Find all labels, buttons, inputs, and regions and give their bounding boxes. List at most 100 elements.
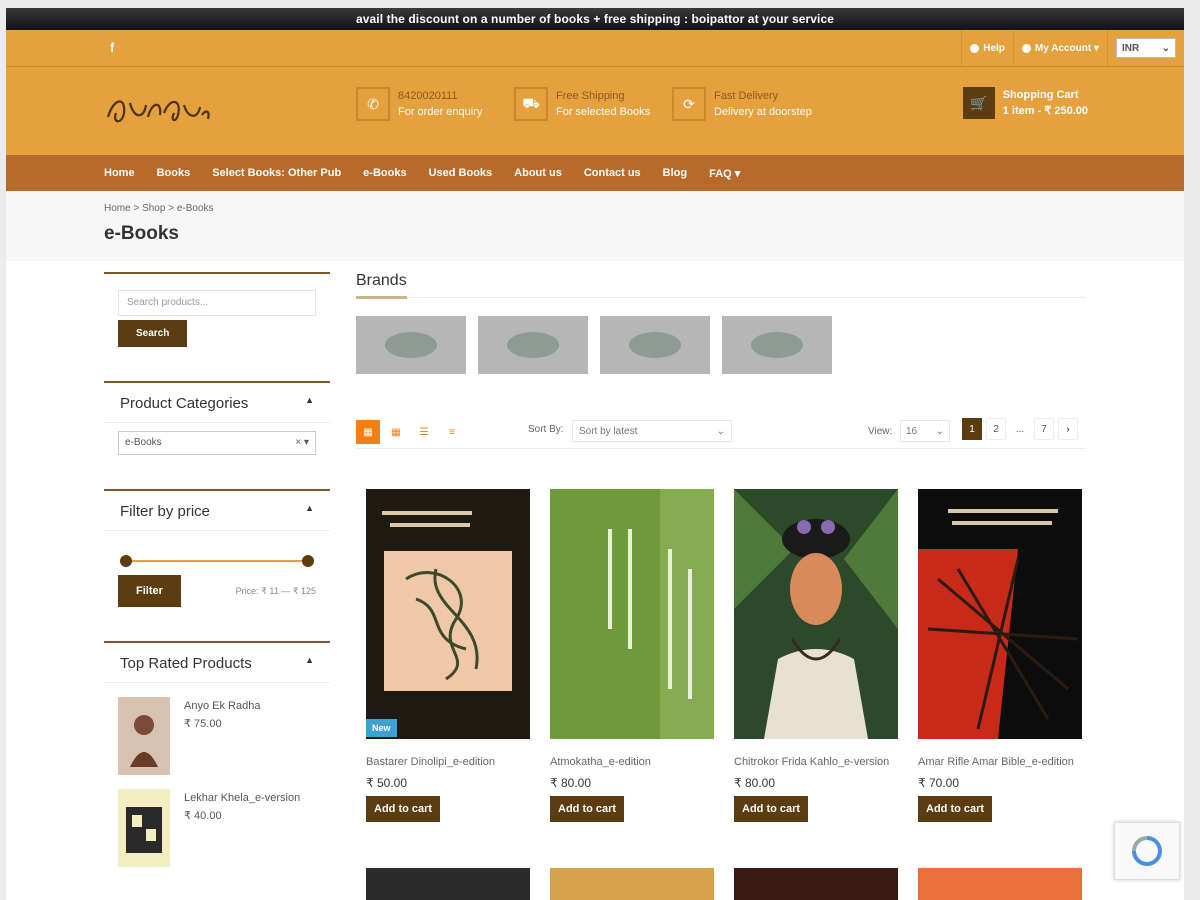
product-cover-image[interactable] <box>550 489 714 739</box>
category-value: e-Books <box>125 437 162 448</box>
nav-select-books[interactable]: Select Books: Other Pub <box>212 167 341 179</box>
add-to-cart-button[interactable]: Add to cart <box>366 796 441 822</box>
brands-row <box>356 316 1086 374</box>
currency-select[interactable]: INR ⌄ <box>1116 38 1176 58</box>
price-range-text: Price: ₹ 11 — ₹ 125 <box>235 585 316 596</box>
product-cover-image[interactable] <box>918 868 1082 900</box>
list-view-icon[interactable]: ☰ <box>412 420 436 444</box>
list-item[interactable]: Anyo Ek Radha ₹ 75.00 <box>118 697 316 775</box>
product-thumbnail[interactable] <box>118 789 170 867</box>
product-card: Atmokatha_e-edition ₹ 80.00 Add to cart <box>550 489 714 822</box>
divider <box>356 297 1086 298</box>
recaptcha-badge[interactable] <box>1114 822 1180 880</box>
shop-toolbar: ▦ ▦ ☰ ≡ Sort By: Sort by latest ⌄ View: 1… <box>356 414 1086 449</box>
grid-large-view-icon[interactable]: ▦ <box>356 420 380 444</box>
search-input[interactable]: Search products... <box>118 290 316 316</box>
caret-up-icon[interactable]: ▲ <box>305 503 314 520</box>
sidebar: Search products... Search Product Catego… <box>104 272 330 900</box>
brand-placeholder <box>629 332 681 358</box>
product-name[interactable]: Amar Rifle Amar Bible_e-edition <box>918 754 1082 770</box>
product-price: ₹ 80.00 <box>734 776 775 790</box>
nav-about[interactable]: About us <box>514 167 562 179</box>
add-to-cart-button[interactable]: Add to cart <box>918 796 993 822</box>
product-cover-image[interactable] <box>366 489 530 739</box>
feature-line1: 8420020111 <box>398 90 458 102</box>
breadcrumb[interactable]: Home > Shop > e-Books <box>104 203 214 214</box>
my-account-menu[interactable]: My Account ▾ <box>1012 30 1107 66</box>
list-compact-view-icon[interactable]: ≡ <box>440 420 464 444</box>
view-label: View: <box>868 426 893 437</box>
nav-contact[interactable]: Contact us <box>584 167 641 179</box>
product-price: ₹ 75.00 <box>184 718 222 730</box>
nav-home[interactable]: Home <box>104 167 135 179</box>
nav-ebooks[interactable]: e-Books <box>363 167 406 179</box>
product-cover-image[interactable] <box>366 868 530 900</box>
shopping-cart[interactable]: 🛒 Shopping Cart 1 item - ₹ 250.00 <box>962 87 1088 119</box>
list-item[interactable]: Lekhar Khela_e-version ₹ 40.00 <box>118 789 316 867</box>
sort-select[interactable]: Sort by latest ⌄ <box>572 420 732 442</box>
site-header: ✆ 8420020111 For order enquiry ⛟ Free Shi… <box>6 67 1184 155</box>
chevron-down-icon: ⌄ <box>935 426 944 437</box>
product-name[interactable]: Anyo Ek Radha <box>184 697 260 715</box>
product-name[interactable]: Bastarer Dinolipi_e-edition <box>366 754 530 770</box>
boipattor-logo[interactable] <box>104 83 214 133</box>
slider-max-handle[interactable] <box>302 555 314 567</box>
next-page-icon[interactable]: › <box>1058 418 1078 440</box>
facebook-icon[interactable]: f <box>110 40 114 55</box>
price-slider[interactable] <box>120 555 314 567</box>
brand-logo[interactable] <box>356 316 466 374</box>
feature-line1: Free Shipping <box>556 90 625 102</box>
product-thumbnail[interactable] <box>118 697 170 775</box>
product-cover-image[interactable] <box>734 489 898 739</box>
product-cover-image[interactable] <box>550 868 714 900</box>
widget-title: Product Categories <box>120 395 249 412</box>
cart-title: Shopping Cart <box>1002 89 1079 101</box>
caret-up-icon[interactable]: ▲ <box>305 655 314 672</box>
category-select[interactable]: e-Books × ▾ <box>118 431 316 455</box>
brand-logo[interactable] <box>722 316 832 374</box>
nav-faq[interactable]: FAQ ▾ <box>709 167 740 180</box>
feature-line1: Fast Delivery <box>714 90 779 102</box>
page-2[interactable]: 2 <box>986 418 1006 440</box>
product-row-2 <box>366 868 1082 900</box>
add-to-cart-button[interactable]: Add to cart <box>734 796 809 822</box>
caret-up-icon[interactable]: ▲ <box>305 395 314 412</box>
product-cover-image[interactable] <box>918 489 1082 739</box>
new-badge: New <box>366 719 397 737</box>
main-content: Brands ▦ ▦ ☰ ≡ Sort By: Sort by latest ⌄ … <box>356 272 1086 822</box>
slider-min-handle[interactable] <box>120 555 132 567</box>
search-button[interactable]: Search <box>118 320 188 347</box>
nav-used-books[interactable]: Used Books <box>429 167 493 179</box>
pagination: 1 2 ... 7 › <box>962 418 1078 440</box>
product-name[interactable]: Lekhar Khela_e-version <box>184 789 300 807</box>
feature-phone: ✆ 8420020111 For order enquiry <box>356 87 482 121</box>
my-account-label: My Account ▾ <box>1034 42 1099 54</box>
per-page-select[interactable]: 16 ⌄ <box>900 420 950 442</box>
filter-button[interactable]: Filter <box>118 575 181 607</box>
feature-shipping: ⛟ Free Shipping For selected Books <box>514 87 650 121</box>
add-to-cart-button[interactable]: Add to cart <box>550 796 625 822</box>
brand-placeholder <box>751 332 803 358</box>
refresh-icon: ⟳ <box>672 87 706 121</box>
brand-placeholder <box>507 332 559 358</box>
grid-small-view-icon[interactable]: ▦ <box>384 420 408 444</box>
help-link[interactable]: Help <box>961 30 1013 66</box>
categories-widget: Product Categories ▲ e-Books × ▾ <box>104 381 330 467</box>
truck-icon: ⛟ <box>514 87 548 121</box>
brand-logo[interactable] <box>478 316 588 374</box>
slider-track <box>124 560 310 562</box>
product-cover-image[interactable] <box>734 868 898 900</box>
widget-title: Top Rated Products <box>120 655 252 672</box>
product-card: Chitrokor Frida Kahlo_e-version ₹ 80.00 … <box>734 489 898 822</box>
nav-books[interactable]: Books <box>157 167 191 179</box>
product-name[interactable]: Chitrokor Frida Kahlo_e-version <box>734 754 898 770</box>
clear-dropdown-icon[interactable]: × ▾ <box>295 432 309 454</box>
page-7[interactable]: 7 <box>1034 418 1054 440</box>
user-icon <box>1021 43 1031 53</box>
brand-logo[interactable] <box>600 316 710 374</box>
product-grid: Bastarer Dinolipi_e-edition ₹ 50.00 Add … <box>356 489 1086 822</box>
product-name[interactable]: Atmokatha_e-edition <box>550 754 714 770</box>
chevron-down-icon: ⌄ <box>716 426 725 437</box>
page-1[interactable]: 1 <box>962 418 982 440</box>
nav-blog[interactable]: Blog <box>663 167 687 179</box>
